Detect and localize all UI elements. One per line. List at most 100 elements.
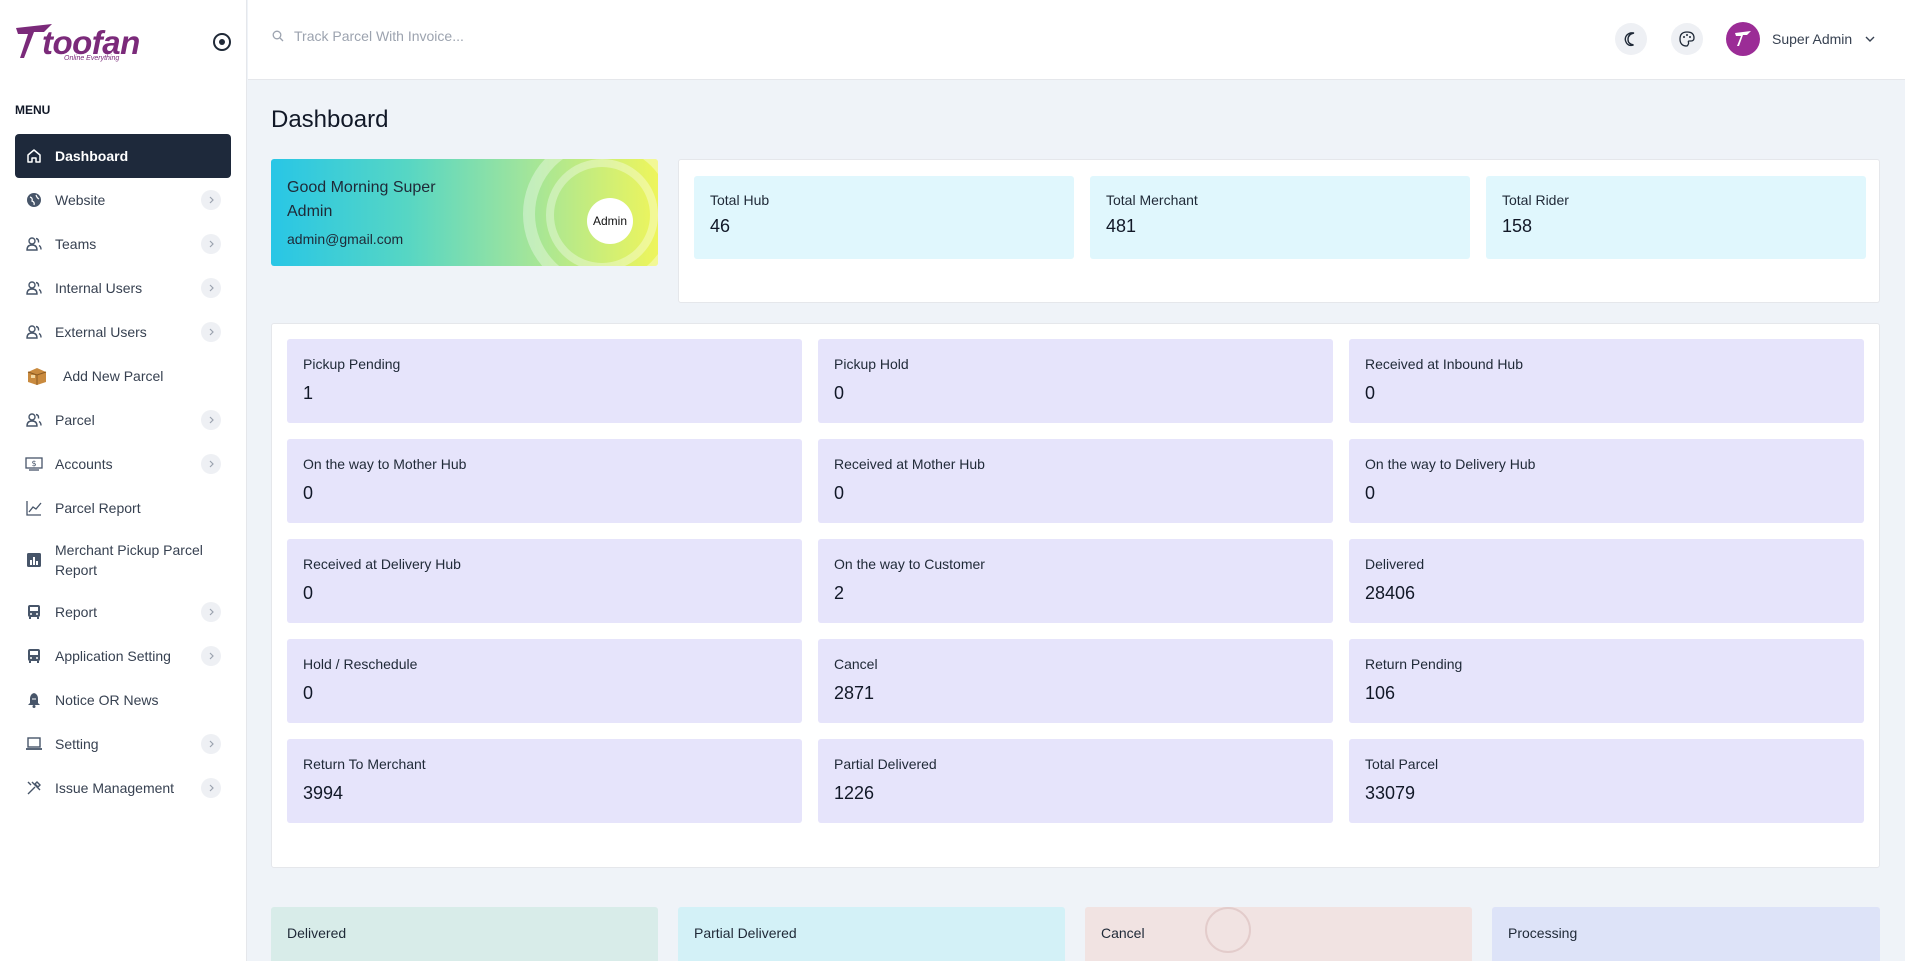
line-chart-icon	[25, 499, 43, 517]
status-label: On the way to Customer	[834, 556, 985, 572]
status-value: 0	[1365, 383, 1376, 403]
sidebar-item-label: Add New Parcel	[63, 368, 164, 384]
sidebar-toggle-icon[interactable]	[213, 33, 231, 51]
status-card-pickup-pending[interactable]: Pickup Pending 1	[287, 339, 802, 423]
status-card-return-to-merchant[interactable]: Return To Merchant 3994	[287, 739, 802, 823]
status-card-received-mother-hub[interactable]: Received at Mother Hub 0	[818, 439, 1333, 523]
sidebar-item-label: External Users	[55, 324, 147, 340]
users-icon	[25, 235, 43, 253]
sidebar-item-teams[interactable]: Teams	[15, 222, 231, 266]
user-menu[interactable]: Super Admin	[1726, 22, 1876, 56]
money-icon: $	[25, 455, 43, 473]
bar-chart-icon	[25, 551, 43, 569]
sidebar-item-notice-or-news[interactable]: Notice OR News	[15, 678, 231, 722]
total-label: Total Rider	[1502, 192, 1569, 208]
summary-card-label: Cancel	[1101, 925, 1145, 941]
sidebar-item-setting[interactable]: Setting	[15, 722, 231, 766]
palette-icon	[1679, 31, 1695, 47]
chevron-right-icon	[201, 322, 221, 342]
user-name: Super Admin	[1772, 31, 1853, 47]
chevron-right-icon	[201, 734, 221, 754]
users-icon	[25, 279, 43, 297]
status-card-cancel[interactable]: Cancel 2871	[818, 639, 1333, 723]
summary-card-cancel[interactable]: Cancel	[1085, 907, 1472, 961]
total-hub-card[interactable]: Total Hub 46	[694, 176, 1074, 259]
status-card-partial-delivered[interactable]: Partial Delivered 1226	[818, 739, 1333, 823]
status-card-return-pending[interactable]: Return Pending 106	[1349, 639, 1864, 723]
summary-card-delivered[interactable]: Delivered	[271, 907, 658, 961]
chevron-right-icon	[201, 454, 221, 474]
sidebar-item-label: Dashboard	[55, 148, 129, 164]
summary-card-label: Delivered	[287, 925, 347, 941]
status-card-on-way-customer[interactable]: On the way to Customer 2	[818, 539, 1333, 623]
status-card-total-parcel[interactable]: Total Parcel 33079	[1349, 739, 1864, 823]
sidebar-item-label: Internal Users	[55, 280, 143, 296]
chevron-right-icon	[201, 778, 221, 798]
status-label: Received at Inbound Hub	[1365, 356, 1523, 372]
status-card-on-way-mother-hub[interactable]: On the way to Mother Hub 0	[287, 439, 802, 523]
status-card-delivered[interactable]: Delivered 28406	[1349, 539, 1864, 623]
decorative-circle	[1205, 907, 1251, 953]
total-label: Total Hub	[710, 192, 770, 208]
status-label: Delivered	[1365, 556, 1425, 572]
sidebar-item-internal-users[interactable]: Internal Users	[15, 266, 231, 310]
sidebar-item-label: Teams	[55, 236, 97, 252]
summary-card-partial-delivered[interactable]: Partial Delivered	[678, 907, 1065, 961]
summary-card-label: Partial Delivered	[694, 925, 797, 941]
chevron-right-icon	[201, 190, 221, 210]
sidebar-item-label: Accounts	[55, 456, 113, 472]
brand-logo[interactable]: toofan Online Everything	[14, 20, 140, 66]
status-card-received-delivery-hub[interactable]: Received at Delivery Hub 0	[287, 539, 802, 623]
status-card-on-way-delivery-hub[interactable]: On the way to Delivery Hub 0	[1349, 439, 1864, 523]
welcome-email: admin@gmail.com	[287, 231, 404, 247]
sidebar-item-external-users[interactable]: External Users	[15, 310, 231, 354]
total-value: 46	[710, 216, 731, 236]
status-card-received-inbound-hub[interactable]: Received at Inbound Hub 0	[1349, 339, 1864, 423]
role-badge: Admin	[587, 198, 633, 244]
sidebar-item-dashboard[interactable]: Dashboard	[15, 134, 231, 178]
brand-avatar-icon	[1735, 31, 1751, 46]
brand-tagline: Online Everything	[64, 55, 120, 62]
total-label: Total Merchant	[1106, 192, 1198, 208]
status-card-hold-reschedule[interactable]: Hold / Reschedule 0	[287, 639, 802, 723]
status-value: 0	[303, 483, 314, 503]
total-rider-card[interactable]: Total Rider 158	[1486, 176, 1866, 259]
sidebar-item-merchant-pickup-parcel-report[interactable]: Merchant Pickup Parcel Report	[15, 530, 231, 590]
status-value: 2871	[834, 683, 875, 703]
avatar	[1726, 22, 1760, 56]
status-label: Pickup Pending	[303, 356, 401, 372]
sidebar-item-parcel-report[interactable]: Parcel Report	[15, 486, 231, 530]
status-label: Hold / Reschedule	[303, 656, 418, 672]
summary-card-processing[interactable]: Processing	[1492, 907, 1880, 961]
status-label: Return Pending	[1365, 656, 1463, 672]
total-value: 481	[1106, 216, 1137, 236]
status-label: Pickup Hold	[834, 356, 909, 372]
sidebar-item-parcel[interactable]: Parcel	[15, 398, 231, 442]
search-input[interactable]	[294, 28, 594, 44]
total-merchant-card[interactable]: Total Merchant 481	[1090, 176, 1470, 259]
status-label: Received at Delivery Hub	[303, 556, 461, 572]
summary-card-label: Processing	[1508, 925, 1578, 941]
laptop-icon	[25, 735, 43, 753]
theme-button[interactable]	[1671, 23, 1703, 55]
sidebar-item-issue-management[interactable]: Issue Management	[15, 766, 231, 810]
top-bar: Super Admin	[248, 0, 1905, 80]
bus-icon	[25, 603, 43, 621]
status-value: 106	[1365, 683, 1396, 703]
welcome-card: Good Morning Super Admin admin@gmail.com…	[271, 159, 658, 266]
status-value: 3994	[303, 783, 344, 803]
sidebar-item-accounts[interactable]: $ Accounts	[15, 442, 231, 486]
sidebar-item-report[interactable]: Report	[15, 590, 231, 634]
status-label: Received at Mother Hub	[834, 456, 985, 472]
status-value: 0	[834, 483, 845, 503]
dark-mode-button[interactable]	[1615, 23, 1647, 55]
status-value: 1	[303, 383, 314, 403]
status-value: 33079	[1365, 783, 1416, 803]
status-card-pickup-hold[interactable]: Pickup Hold 0	[818, 339, 1333, 423]
sidebar-item-add-new-parcel[interactable]: Add New Parcel	[15, 354, 231, 398]
status-value: 0	[303, 683, 314, 703]
home-icon	[25, 147, 43, 165]
sidebar-item-application-setting[interactable]: Application Setting	[15, 634, 231, 678]
sidebar-item-label: Issue Management	[55, 780, 175, 796]
sidebar-item-website[interactable]: Website	[15, 178, 231, 222]
